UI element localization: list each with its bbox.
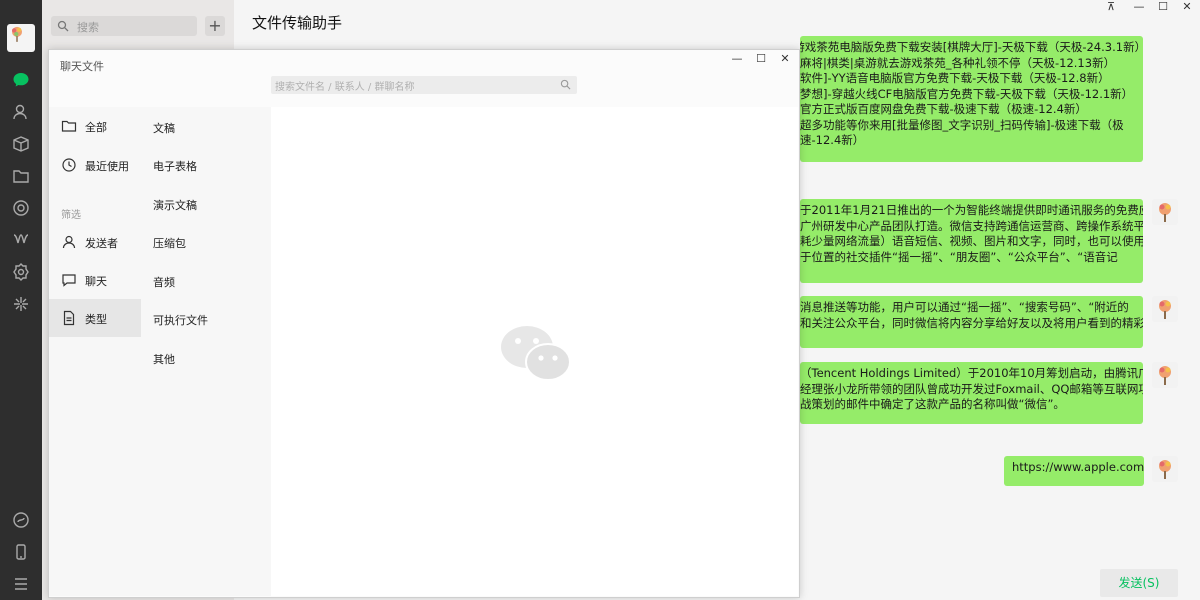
navigation-rail bbox=[0, 0, 42, 600]
message-bubble-link[interactable]: https://www.apple.com/ bbox=[1004, 456, 1144, 486]
maximize-button[interactable]: ☐ bbox=[1156, 0, 1170, 14]
type-item-archives[interactable]: 压缩包 bbox=[153, 235, 186, 251]
dialog-close-button[interactable]: ✕ bbox=[775, 52, 795, 65]
file-nav: 全部 最近使用 筛选 发送者 聊天 类型 bbox=[49, 107, 141, 596]
message-bubble[interactable]: 消息推送等功能，用户可以通过“摇一摇”、“搜索号码”、“附近的 和关注公众平台，… bbox=[800, 296, 1143, 348]
nav-label: 最近使用 bbox=[85, 160, 129, 173]
message-bubble[interactable]: 于2011年1月21日推出的一个为智能终端提供即时通讯服务的免费应用 广州研发中… bbox=[800, 199, 1143, 283]
settings-icon[interactable] bbox=[11, 262, 31, 282]
nav-label: 发送者 bbox=[85, 237, 118, 250]
sparkle-icon[interactable] bbox=[11, 294, 31, 314]
message-line: 官方正式版百度网盘免费下载-极速下载（极速-12.4新） bbox=[800, 102, 1087, 116]
message-line: 软件]-YY语音电脑版官方免费下载-天极下载（天极-12.8新） bbox=[800, 71, 1110, 85]
chat-title: 文件传输助手 bbox=[252, 14, 343, 32]
type-item-audio[interactable]: 音频 bbox=[153, 274, 175, 290]
dialog-maximize-button[interactable]: ☐ bbox=[751, 52, 771, 65]
box-icon[interactable] bbox=[11, 134, 31, 154]
message-line: （Tencent Holdings Limited）于2010年10月筹划启动，… bbox=[800, 366, 1143, 380]
nav-label: 聊天 bbox=[85, 275, 107, 288]
file-search-placeholder: 搜索文件名 / 联系人 / 群聊名称 bbox=[275, 82, 415, 93]
nav-item-recent[interactable]: 最近使用 bbox=[49, 146, 141, 184]
message-line: [游戏茶苑电脑版官方下载]_游戏茶苑电脑版免费下载安装[棋牌大厅]-天极下载（天… bbox=[800, 40, 1143, 54]
message-line: 广州研发中心产品团队打造。微信支持跨通信运营商、跨操作系统平台 bbox=[800, 218, 1143, 233]
moments-icon[interactable] bbox=[11, 198, 31, 218]
mini-program-icon[interactable] bbox=[11, 510, 31, 530]
message-line: 于2011年1月21日推出的一个为智能终端提供即时通讯服务的免费应用 bbox=[800, 203, 1143, 217]
phone-icon[interactable] bbox=[11, 542, 31, 562]
chat-files-dialog: 聊天文件 — ☐ ✕ 搜索文件名 / 联系人 / 群聊名称 全部 最近使用 筛选… bbox=[48, 49, 800, 598]
message-line: 耗少量网络流量）语音短信、视频、图片和文字，同时，也可以使用通 bbox=[800, 234, 1143, 248]
message-line[interactable]: https://www.apple.com/ bbox=[1012, 460, 1144, 476]
nav-item-chat[interactable]: 聊天 bbox=[49, 261, 141, 299]
filter-section-label: 筛选 bbox=[61, 210, 81, 221]
chat-icon[interactable] bbox=[11, 70, 31, 90]
nav-item-sender[interactable]: 发送者 bbox=[49, 223, 141, 261]
file-search-input[interactable]: 搜索文件名 / 联系人 / 群聊名称 bbox=[271, 76, 577, 94]
folder-icon bbox=[61, 120, 77, 132]
message-line: 麻将|棋类|桌游就去游戏茶苑_各种礼领不停（天极-12.13新） bbox=[800, 55, 1116, 70]
avatar[interactable] bbox=[7, 24, 35, 52]
message-line: 于位置的社交插件“摇一摇”、“朋友圈”、“公众平台”、“语音记 bbox=[800, 249, 1118, 264]
avatar[interactable] bbox=[1152, 199, 1178, 225]
pin-button[interactable]: ⊼ bbox=[1104, 0, 1118, 14]
person-icon bbox=[62, 235, 76, 249]
file-content-area bbox=[271, 107, 798, 596]
nav-item-all[interactable]: 全部 bbox=[49, 107, 141, 145]
type-item-executables[interactable]: 可执行文件 bbox=[153, 312, 208, 328]
dialog-title: 聊天文件 bbox=[60, 60, 104, 73]
message-bubble[interactable]: （Tencent Holdings Limited）于2010年10月筹划启动，… bbox=[800, 362, 1143, 424]
nav-label: 全部 bbox=[85, 121, 107, 134]
avatar[interactable] bbox=[1152, 296, 1178, 322]
type-item-documents[interactable]: 文稿 bbox=[153, 120, 175, 136]
menu-icon[interactable] bbox=[11, 574, 31, 594]
message-line: 消息推送等功能，用户可以通过“摇一摇”、“搜索号码”、“附近的 bbox=[800, 300, 1129, 314]
avatar[interactable] bbox=[1152, 362, 1178, 388]
search-icon bbox=[560, 79, 571, 90]
message-line: 梦想]-穿越火线CF电脑版官方免费下载-天极下载（天极-12.1新） bbox=[800, 86, 1134, 101]
file-type-list: 文稿 电子表格 演示文稿 压缩包 音频 可执行文件 其他 bbox=[141, 107, 271, 596]
wechat-logo-icon bbox=[501, 326, 571, 381]
message-line: 战策划的邮件中确定了这款产品的名称叫做“微信”。 bbox=[800, 397, 1065, 411]
message-line: 超多功能等你来用[批量修图_文字识别_扫码传输]-极速下载（极 bbox=[800, 117, 1124, 132]
minimize-button[interactable]: — bbox=[1132, 0, 1146, 14]
dialog-minimize-button[interactable]: — bbox=[727, 52, 747, 65]
type-item-presentations[interactable]: 演示文稿 bbox=[153, 197, 197, 213]
message-line: 速-12.4新） bbox=[800, 133, 865, 147]
contacts-icon[interactable] bbox=[11, 102, 31, 122]
message-bubble[interactable]: [游戏茶苑电脑版官方下载]_游戏茶苑电脑版免费下载安装[棋牌大厅]-天极下载（天… bbox=[800, 36, 1143, 162]
close-button[interactable]: ✕ bbox=[1180, 0, 1194, 14]
nav-label: 类型 bbox=[85, 313, 107, 326]
nav-item-type[interactable]: 类型 bbox=[49, 299, 141, 337]
message-line: 经理张小龙所带领的团队曾成功开发过Foxmail、QQ邮箱等互联网项 bbox=[800, 381, 1143, 396]
document-icon bbox=[63, 310, 75, 326]
type-item-other[interactable]: 其他 bbox=[153, 351, 175, 367]
send-button[interactable]: 发送(S) bbox=[1100, 569, 1178, 597]
avatar[interactable] bbox=[1152, 456, 1178, 482]
search-icon bbox=[57, 20, 69, 32]
clock-icon bbox=[62, 158, 76, 172]
search-input[interactable]: 搜索 bbox=[51, 16, 197, 36]
folder-icon[interactable] bbox=[11, 166, 31, 186]
channels-icon[interactable] bbox=[11, 230, 31, 250]
message-line: 和关注公众平台，同时微信将内容分享给好友以及将用户看到的精彩内 bbox=[800, 315, 1143, 330]
search-placeholder: 搜索 bbox=[77, 21, 99, 34]
chat-bubble-icon bbox=[62, 274, 76, 287]
type-item-spreadsheets[interactable]: 电子表格 bbox=[153, 158, 197, 174]
add-button[interactable]: + bbox=[205, 16, 225, 36]
